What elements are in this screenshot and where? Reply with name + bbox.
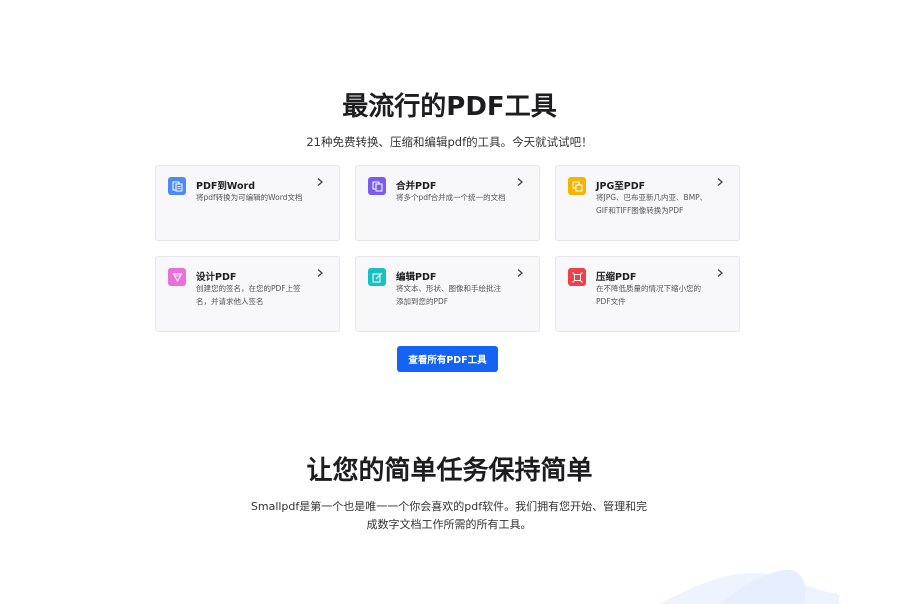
pdf-to-word-icon [168, 177, 186, 195]
section-description: Smallpdf是第一个也是唯一一个你会喜欢的pdf软件。我们拥有您开始、管理和… [250, 500, 648, 531]
tool-card-description: 将多个pdf合并成一个统一的文档 [396, 193, 506, 202]
tool-card-compress-pdf[interactable]: 压缩PDF 在不降低质量的情况下缩小您的PDF文件 [555, 256, 740, 332]
chevron-right-icon [517, 178, 523, 186]
view-all-tools-button[interactable]: 查看所有PDF工具 [397, 346, 498, 372]
tools-grid: PDF到Word 将pdf转换为可编辑的Word文档 合并PDF 将多个pdf合… [155, 165, 740, 332]
chevron-right-icon [717, 269, 723, 277]
tool-card-merge-pdf[interactable]: 合并PDF 将多个pdf合并成一个统一的文档 [355, 165, 540, 241]
section-title: 让您的简单任务保持简单 [306, 456, 593, 486]
tool-card-description: 创建您的签名，在您的PDF上签名，并请求他人签名 [196, 284, 301, 306]
tool-card-description: 将pdf转换为可编辑的Word文档 [196, 193, 303, 202]
page-subtitle: 21种免费转换、压缩和编辑pdf的工具。今天就试试吧！ [306, 135, 593, 149]
chevron-right-icon [317, 269, 323, 277]
tool-card-title: 编辑PDF [396, 272, 437, 283]
tool-card-description: 将JPG、巴布亚新几内亚、BMP、GIF和TIFF图像转换为PDF [596, 193, 708, 215]
tool-card-pdf-to-word[interactable]: PDF到Word 将pdf转换为可编辑的Word文档 [155, 165, 340, 241]
tool-card-sign-pdf[interactable]: 设计PDF 创建您的签名，在您的PDF上签名，并请求他人签名 [155, 256, 340, 332]
jpg-to-pdf-icon [568, 177, 586, 195]
chevron-right-icon [517, 269, 523, 277]
tool-card-title: 设计PDF [196, 272, 237, 283]
tool-card-edit-pdf[interactable]: 编辑PDF 将文本、形状、图像和手绘批注添加到您的PDF [355, 256, 540, 332]
tool-card-title: 压缩PDF [596, 272, 637, 283]
tool-card-title: 合并PDF [396, 181, 437, 192]
edit-pdf-icon [368, 268, 386, 286]
compress-pdf-icon [568, 268, 586, 286]
decorative-background-shape [659, 569, 839, 604]
chevron-right-icon [717, 178, 723, 186]
tool-card-title: JPG至PDF [596, 181, 646, 192]
tool-card-description: 在不降低质量的情况下缩小您的PDF文件 [596, 284, 701, 306]
tool-card-title: PDF到Word [196, 181, 255, 192]
page: 最流行的PDF工具 21种免费转换、压缩和编辑pdf的工具。今天就试试吧！ PD… [0, 0, 899, 604]
chevron-right-icon [317, 178, 323, 186]
tool-card-description: 将文本、形状、图像和手绘批注添加到您的PDF [396, 284, 501, 306]
merge-pdf-icon [368, 177, 386, 195]
tool-card-jpg-to-pdf[interactable]: JPG至PDF 将JPG、巴布亚新几内亚、BMP、GIF和TIFF图像转换为PD… [555, 165, 740, 241]
sign-pdf-icon [168, 268, 186, 286]
page-title: 最流行的PDF工具 [342, 92, 557, 122]
